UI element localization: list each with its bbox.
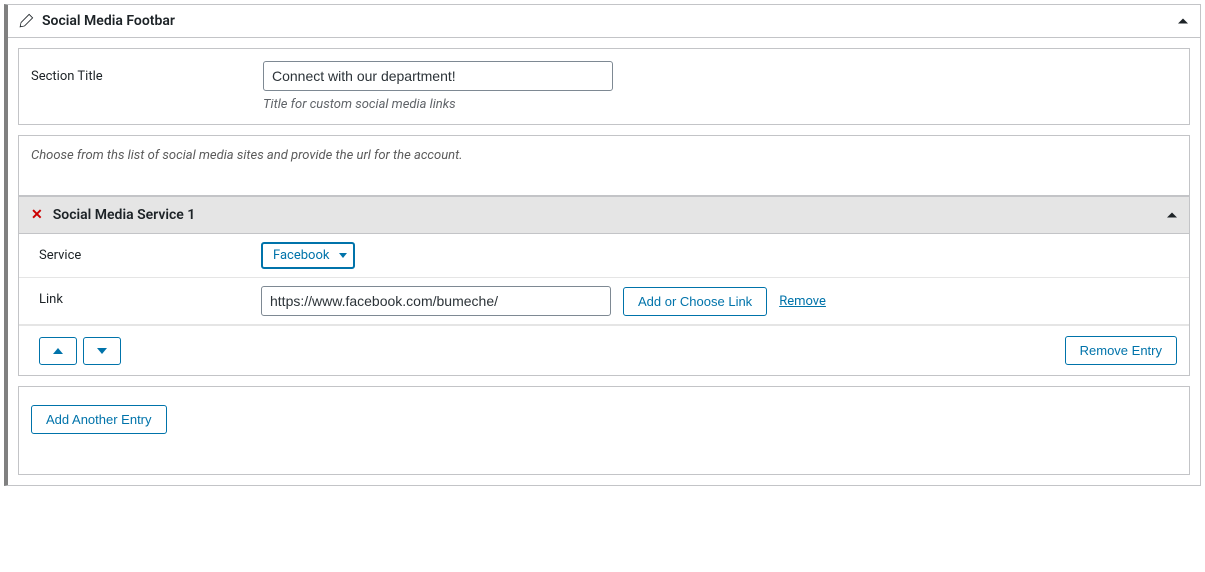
collapse-icon[interactable] [1167, 213, 1177, 218]
service-block: ✕ Social Media Service 1 Service Faceboo… [18, 196, 1190, 376]
close-icon[interactable]: ✕ [31, 207, 43, 223]
chevron-down-icon [97, 348, 107, 354]
pencil-icon [18, 13, 34, 29]
metabox-header[interactable]: Social Media Footbar [8, 5, 1200, 38]
service-footer: Remove Entry [19, 325, 1189, 375]
service-select[interactable]: Facebook [261, 242, 355, 269]
service-label: Service [39, 242, 261, 263]
remove-entry-button[interactable]: Remove Entry [1065, 336, 1177, 365]
link-label: Link [39, 286, 261, 307]
section-title-row: Section Title Title for custom social me… [19, 61, 1189, 112]
chevron-down-icon [339, 253, 347, 258]
section-title-help: Title for custom social media links [263, 97, 1177, 112]
add-entry-section: Add Another Entry [18, 386, 1190, 475]
link-input[interactable] [261, 286, 611, 316]
move-down-button[interactable] [83, 337, 121, 365]
section-title-label: Section Title [31, 61, 263, 84]
service-select-value: Facebook [273, 248, 329, 263]
metabox-container: Social Media Footbar Section Title Title… [4, 4, 1201, 486]
description-panel: Choose from ths list of social media sit… [18, 135, 1190, 196]
service-header[interactable]: ✕ Social Media Service 1 [19, 197, 1189, 234]
link-field-row: Link Add or Choose Link Remove [19, 278, 1189, 325]
remove-link[interactable]: Remove [779, 294, 826, 309]
service-title: Social Media Service 1 [53, 207, 196, 223]
metabox-title: Social Media Footbar [42, 13, 175, 29]
service-body: Service Facebook Link Add or Choose Link… [19, 234, 1189, 375]
section-title-panel: Section Title Title for custom social me… [18, 48, 1190, 125]
section-title-input[interactable] [263, 61, 613, 91]
service-field-row: Service Facebook [19, 234, 1189, 278]
chevron-up-icon [53, 348, 63, 354]
description-text: Choose from ths list of social media sit… [31, 148, 1177, 163]
add-another-entry-button[interactable]: Add Another Entry [31, 405, 167, 434]
add-choose-link-button[interactable]: Add or Choose Link [623, 287, 767, 316]
collapse-icon[interactable] [1178, 19, 1188, 24]
move-up-button[interactable] [39, 337, 77, 365]
